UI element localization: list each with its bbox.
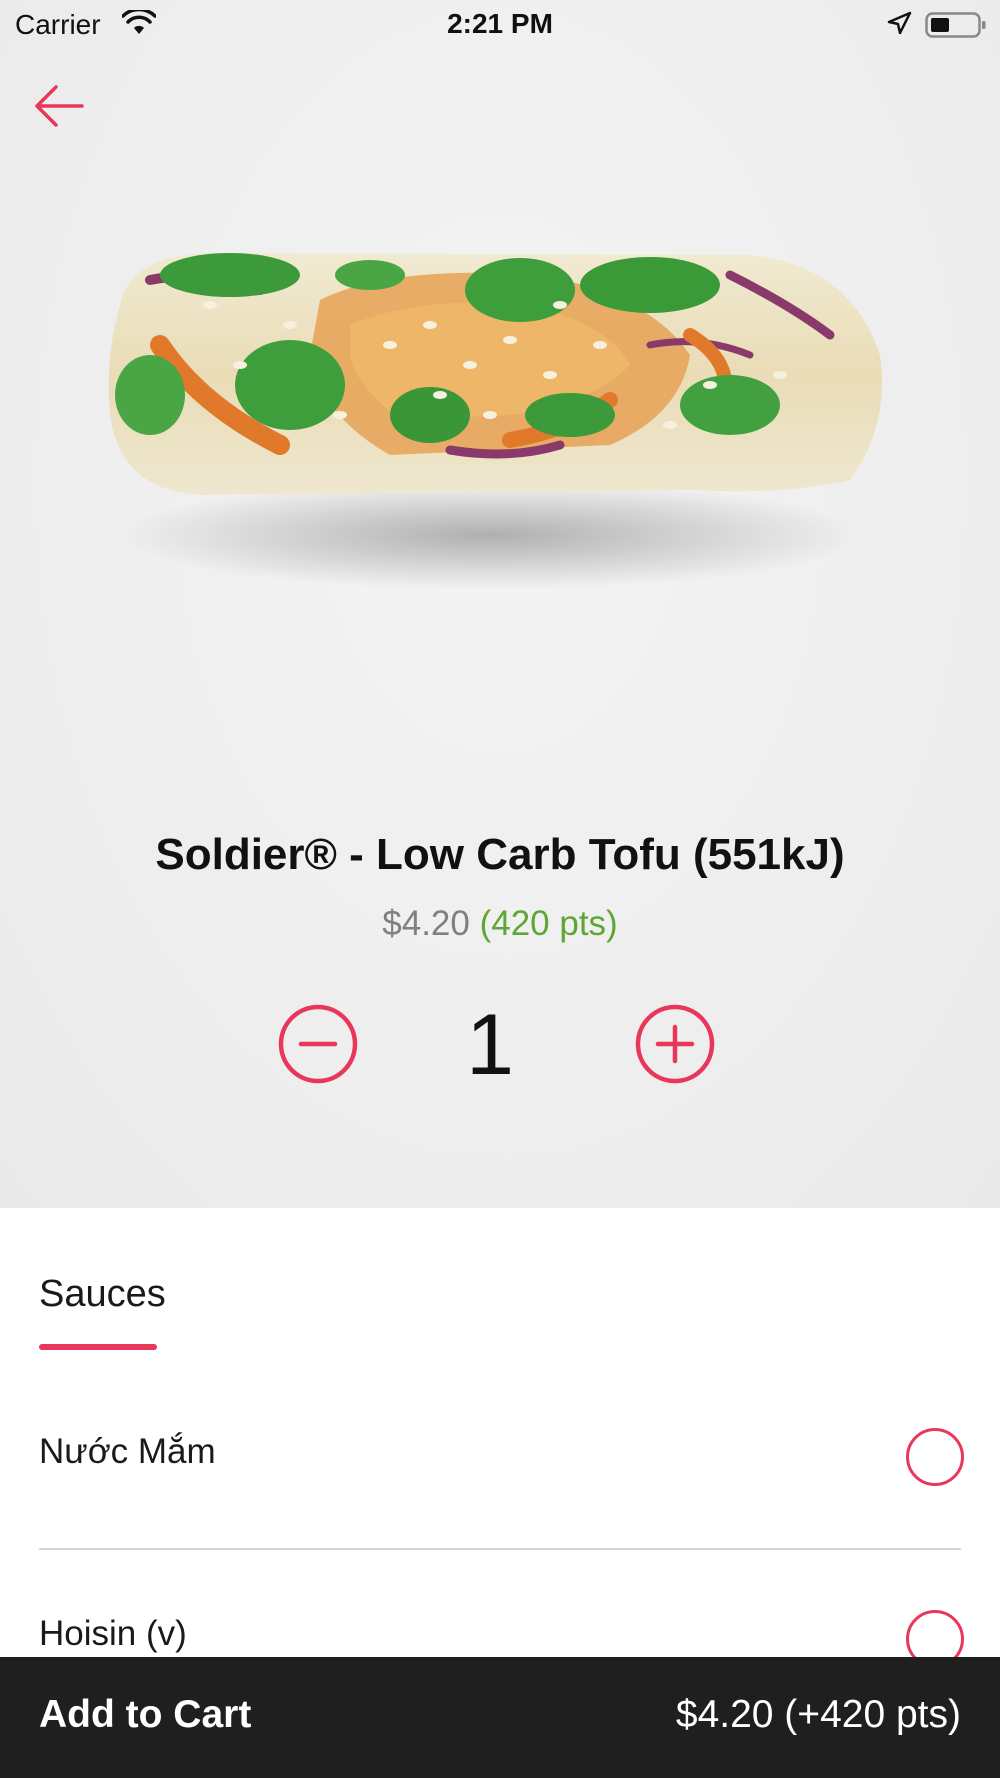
battery-icon xyxy=(925,12,986,38)
tab-sauces[interactable]: Sauces xyxy=(39,1273,166,1316)
cart-total: $4.20 (+420 pts) xyxy=(675,1693,961,1736)
option-label: Nước Mắm xyxy=(39,1432,216,1471)
divider xyxy=(39,1548,961,1550)
location-icon xyxy=(887,11,912,35)
product-hero: Carrier 2:21 PM Soldier® - Low Carb Tofu… xyxy=(0,0,1000,1208)
arrow-left-icon xyxy=(35,85,84,127)
quantity-value: 1 xyxy=(466,997,514,1093)
minus-circle-icon xyxy=(278,1004,358,1084)
option-row-nuoc-mam[interactable]: Nước Mắm xyxy=(39,1406,964,1506)
decrease-quantity-button[interactable] xyxy=(277,1003,359,1085)
status-bar: Carrier 2:21 PM xyxy=(0,0,1000,50)
back-button[interactable] xyxy=(30,78,90,134)
increase-quantity-button[interactable] xyxy=(634,1003,716,1085)
option-label: Hoisin (v) xyxy=(39,1614,187,1653)
product-points: (420 pts) xyxy=(479,904,618,943)
plus-circle-icon xyxy=(635,1004,715,1084)
add-to-cart-button[interactable]: Add to Cart $4.20 (+420 pts) xyxy=(0,1657,1000,1778)
quantity-stepper: 1 xyxy=(0,1000,1000,1090)
price-line: $4.20 (420 pts) xyxy=(0,904,1000,944)
add-to-cart-label: Add to Cart xyxy=(39,1693,252,1736)
tab-underline xyxy=(39,1344,157,1350)
product-price: $4.20 xyxy=(382,904,470,943)
product-title: Soldier® - Low Carb Tofu (551kJ) xyxy=(155,830,845,879)
product-image xyxy=(108,253,882,590)
option-radio[interactable] xyxy=(906,1428,964,1486)
clock: 2:21 PM xyxy=(447,8,553,39)
